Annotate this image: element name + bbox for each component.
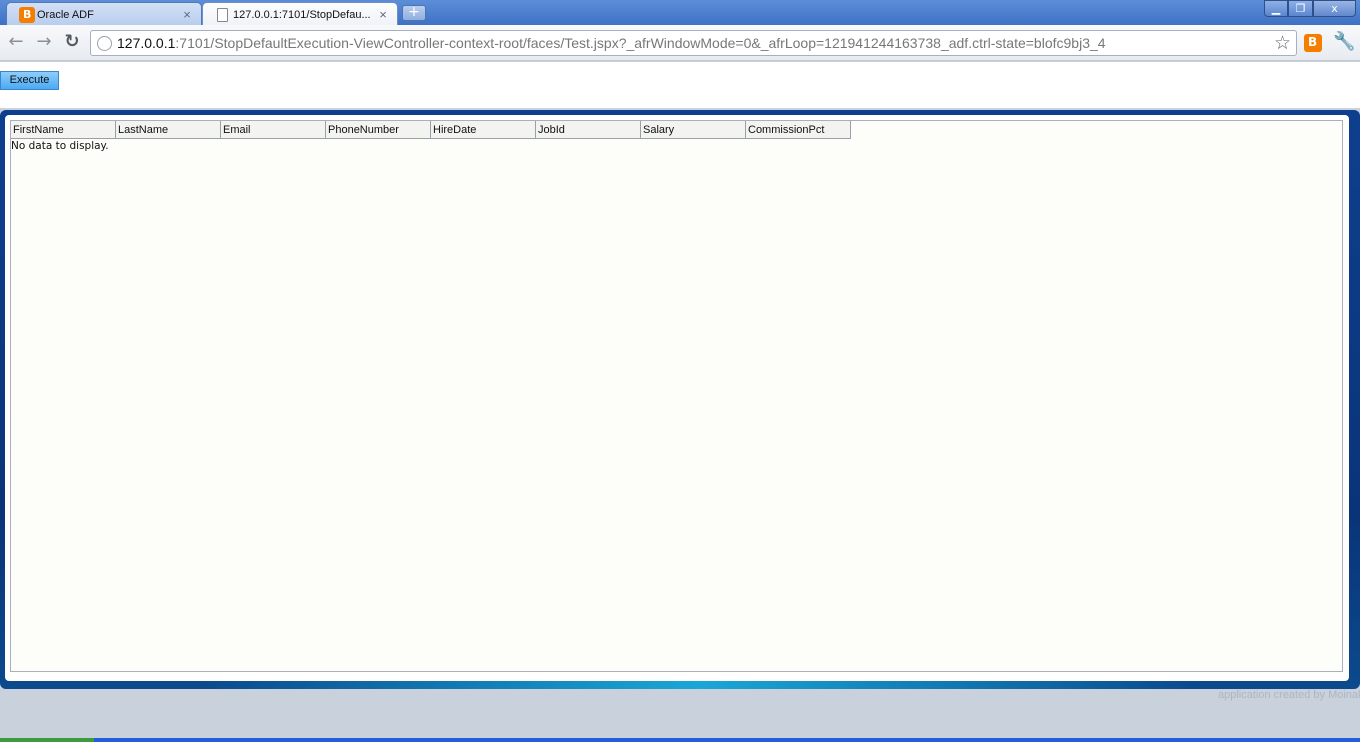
column-header-email[interactable]: Email (221, 121, 326, 138)
blogger-icon (19, 7, 35, 23)
column-header-phonenumber[interactable]: PhoneNumber (326, 121, 431, 138)
table-panel: FirstName LastName Email PhoneNumber Hir… (10, 120, 1343, 672)
close-icon[interactable]: × (181, 7, 193, 22)
close-icon[interactable]: × (377, 7, 389, 22)
page-content: Execute FirstName LastName Email PhoneNu… (0, 62, 1360, 742)
tab-strip: Oracle ADF × 127.0.0.1:7101/StopDefau...… (0, 0, 1360, 26)
frame-inner: FirstName LastName Email PhoneNumber Hir… (5, 115, 1349, 681)
wrench-icon[interactable]: 🔧 (1333, 31, 1355, 52)
tab-oracle-adf[interactable]: Oracle ADF × (6, 2, 202, 26)
close-window-button[interactable]: x (1313, 0, 1356, 17)
globe-icon (97, 36, 112, 51)
page-icon (217, 8, 228, 22)
new-tab-button[interactable]: + (402, 5, 426, 21)
address-bar[interactable]: 127.0.0.1:7101/StopDefaultExecution-View… (90, 30, 1297, 56)
browser-toolbar: ← → ↻ 127.0.0.1:7101/StopDefaultExecutio… (0, 25, 1360, 61)
execute-button[interactable]: Execute (0, 71, 59, 90)
page-header: Execute (0, 62, 1360, 108)
url-text[interactable]: 127.0.0.1:7101/StopDefaultExecution-View… (117, 35, 1106, 51)
table-header: FirstName LastName Email PhoneNumber Hir… (11, 121, 851, 139)
taskbar (0, 738, 1360, 742)
reload-icon[interactable]: ↻ (62, 33, 82, 53)
blogger-extension-icon[interactable] (1304, 34, 1322, 52)
forward-icon[interactable]: → (34, 33, 54, 53)
column-header-commissionpct[interactable]: CommissionPct (746, 121, 851, 138)
empty-table-message: No data to display. (11, 140, 109, 152)
column-header-firstname[interactable]: FirstName (11, 121, 116, 138)
footer-credit: application created by Moinak (1218, 689, 1360, 701)
column-header-salary[interactable]: Salary (641, 121, 746, 138)
tab-label: 127.0.0.1:7101/StopDefau... (233, 8, 371, 21)
column-header-hiredate[interactable]: HireDate (431, 121, 536, 138)
tab-label: Oracle ADF (37, 8, 94, 21)
column-header-jobid[interactable]: JobId (536, 121, 641, 138)
tab-test-page[interactable]: 127.0.0.1:7101/StopDefau... × (202, 2, 398, 26)
column-header-lastname[interactable]: LastName (116, 121, 221, 138)
url-host: 127.0.0.1 (117, 35, 176, 51)
start-button[interactable] (0, 738, 94, 742)
url-path: :7101/StopDefaultExecution-ViewControlle… (175, 35, 1106, 51)
bookmark-star-icon[interactable]: ☆ (1274, 32, 1291, 54)
frame-glow (200, 680, 1200, 689)
minimize-button[interactable]: ▁ (1264, 0, 1288, 17)
back-icon[interactable]: ← (6, 33, 26, 53)
maximize-button[interactable]: ❐ (1288, 0, 1313, 17)
table-frame: FirstName LastName Email PhoneNumber Hir… (0, 110, 1360, 689)
